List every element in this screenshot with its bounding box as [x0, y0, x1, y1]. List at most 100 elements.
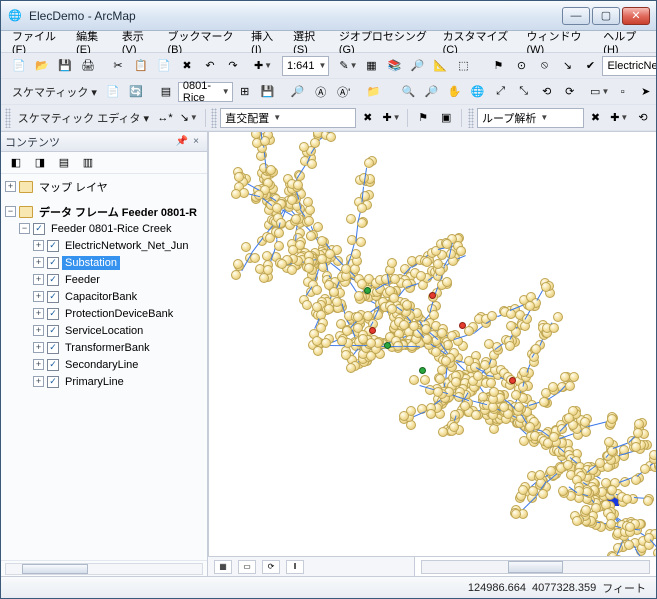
catalog-button[interactable]: 📚 — [383, 55, 405, 77]
map-hscroll[interactable] — [421, 560, 650, 574]
toc-tree[interactable]: + マップ レイヤ − データ フレーム Feeder 0801-R — [1, 174, 207, 560]
toc-list-mode-4[interactable]: ▥ — [77, 152, 99, 174]
toolbar-grip[interactable] — [468, 108, 474, 128]
pan-button[interactable]: ✋ — [444, 81, 466, 103]
toc-list-mode-3[interactable]: ▤ — [53, 152, 75, 174]
expand-toggle[interactable]: + — [33, 291, 44, 302]
trace-clear-button[interactable]: ⟲ — [632, 107, 654, 129]
full-extent-button[interactable]: 🌐 — [467, 81, 489, 103]
tree-node-layer[interactable]: + ✓ TransformerBank — [33, 339, 205, 356]
tree-node-layer[interactable]: + ✓ ProtectionDeviceBank — [33, 305, 205, 322]
toc-list-mode-2[interactable]: ◨ — [29, 152, 51, 174]
tree-node-layer[interactable]: + ✓ ServiceLocation — [33, 322, 205, 339]
maximize-button[interactable]: ▢ — [592, 7, 620, 25]
schematic-id-button[interactable]: Ⓐ — [310, 81, 332, 103]
expand-toggle[interactable]: + — [33, 342, 44, 353]
checkbox[interactable]: ✓ — [47, 240, 59, 252]
table-button[interactable]: ▦ — [360, 55, 382, 77]
schematic-generate-button[interactable]: 📄 — [102, 81, 124, 103]
model-button[interactable]: ⬚ — [452, 55, 474, 77]
map-canvas[interactable] — [208, 132, 656, 556]
checkbox[interactable]: ✓ — [33, 223, 45, 235]
cut-button[interactable]: ✂ — [107, 55, 129, 77]
redo-button[interactable]: ↷ — [222, 55, 244, 77]
refresh-button[interactable]: ⟳ — [262, 560, 280, 574]
pin-icon[interactable]: 📌 — [175, 135, 189, 149]
network-junction-button[interactable]: ⊙ — [510, 55, 532, 77]
close-icon[interactable]: × — [189, 135, 203, 149]
network-combo[interactable]: ElectricNetwork_Net▼ — [602, 56, 656, 76]
select-features-button[interactable]: ▭▼ — [589, 81, 611, 103]
undo-button[interactable]: ↶ — [199, 55, 221, 77]
schematic-update-button[interactable]: 🔄 — [125, 81, 147, 103]
minimize-button[interactable]: — — [562, 7, 590, 25]
editor-toolbar-button[interactable]: ✎▼ — [337, 55, 359, 77]
network-solve-button[interactable]: ✔ — [579, 55, 601, 77]
search-button[interactable]: 🔎 — [406, 55, 428, 77]
toc-hscroll[interactable] — [1, 560, 207, 576]
clear-selected-button[interactable]: ▫ — [612, 81, 634, 103]
checkbox[interactable]: ✓ — [47, 291, 59, 303]
fixed-zoomout-button[interactable]: ⤡ — [513, 81, 535, 103]
layout-end-button[interactable]: ▣ — [435, 107, 457, 129]
layout-combo[interactable]: 直交配置▼ — [220, 108, 355, 128]
trace-run-button[interactable]: ✖ — [585, 107, 607, 129]
tree-node-layer[interactable]: + ✓ Substation — [33, 254, 205, 271]
schematic-menu[interactable]: スケマティック ▾ — [8, 84, 101, 100]
add-data-button[interactable]: ✚▼ — [252, 55, 274, 77]
scale-combo[interactable]: 1:641▼ — [282, 56, 329, 76]
tree-node-layer[interactable]: + ✓ SecondaryLine — [33, 356, 205, 373]
layout-root-button[interactable]: ⚑ — [412, 107, 434, 129]
checkbox[interactable]: ✓ — [47, 376, 59, 388]
schematic-prop-button[interactable]: ⊞ — [234, 81, 256, 103]
expand-toggle[interactable]: − — [19, 223, 30, 234]
layout-apply-button[interactable]: ✖ — [357, 107, 379, 129]
schematic-move-button[interactable]: ↔* — [154, 107, 176, 129]
schematic-folder-button[interactable]: 📁 — [363, 81, 385, 103]
checkbox[interactable]: ✓ — [47, 257, 59, 269]
toolbar-grip[interactable] — [5, 108, 11, 128]
expand-toggle[interactable]: − — [5, 206, 16, 217]
expand-toggle[interactable]: + — [33, 274, 44, 285]
next-extent-button[interactable]: ⟳ — [559, 81, 581, 103]
select-elements-button[interactable]: ➤ — [635, 81, 656, 103]
feeder-combo[interactable]: Feeder 0801-Rice …▼ — [178, 82, 233, 102]
schematic-search-button[interactable]: 🔎 — [287, 81, 309, 103]
checkbox[interactable]: ✓ — [47, 274, 59, 286]
zoom-in-button[interactable]: 🔍 — [398, 81, 420, 103]
network-flag-button[interactable]: ⚑ — [487, 55, 509, 77]
expand-toggle[interactable]: + — [5, 181, 16, 192]
delete-button[interactable]: ✖ — [176, 55, 198, 77]
paste-button[interactable]: 📄 — [153, 55, 175, 77]
tree-node-layer[interactable]: + ✓ CapacitorBank — [33, 288, 205, 305]
open-file-button[interactable]: 📂 — [31, 55, 53, 77]
checkbox[interactable]: ✓ — [47, 342, 59, 354]
fixed-zoomin-button[interactable]: ⤢ — [490, 81, 512, 103]
checkbox[interactable]: ✓ — [47, 325, 59, 337]
checkbox[interactable]: ✓ — [47, 359, 59, 371]
expand-toggle[interactable]: + — [33, 308, 44, 319]
new-file-button[interactable]: 📄 — [8, 55, 30, 77]
zoom-out-button[interactable]: 🔎 — [421, 81, 443, 103]
network-barrier-button[interactable]: ⦸ — [533, 55, 555, 77]
schematic-aux-button[interactable]: Ⓐ' — [333, 81, 355, 103]
expand-toggle[interactable]: + — [33, 240, 44, 251]
tree-node-feeder-group[interactable]: − ✓ Feeder 0801-Rice Creek — [19, 220, 205, 237]
prev-extent-button[interactable]: ⟲ — [536, 81, 558, 103]
tree-node-layer[interactable]: + ✓ PrimaryLine — [33, 373, 205, 390]
copy-button[interactable]: 📋 — [130, 55, 152, 77]
expand-toggle[interactable]: + — [33, 257, 44, 268]
tree-node-maplayers[interactable]: + マップ レイヤ — [5, 178, 205, 195]
toolbar-grip[interactable] — [211, 108, 217, 128]
data-view-tab[interactable]: ▦ — [214, 560, 232, 574]
trace-opt-button[interactable]: ✚▼ — [608, 107, 632, 129]
close-button[interactable]: ✕ — [622, 7, 650, 25]
schematic-save-button[interactable]: 💾 — [257, 81, 279, 103]
pause-button[interactable]: ‖ — [286, 560, 304, 574]
schematic-edit-button[interactable]: ↘▼ — [177, 107, 201, 129]
trace-combo[interactable]: ループ解析▼ — [477, 108, 584, 128]
expand-toggle[interactable]: + — [33, 325, 44, 336]
tree-node-dataframe[interactable]: − データ フレーム Feeder 0801-R — [5, 203, 205, 220]
checkbox[interactable]: ✓ — [47, 308, 59, 320]
tree-node-layer[interactable]: + ✓ ElectricNetwork_Net_Jun — [33, 237, 205, 254]
